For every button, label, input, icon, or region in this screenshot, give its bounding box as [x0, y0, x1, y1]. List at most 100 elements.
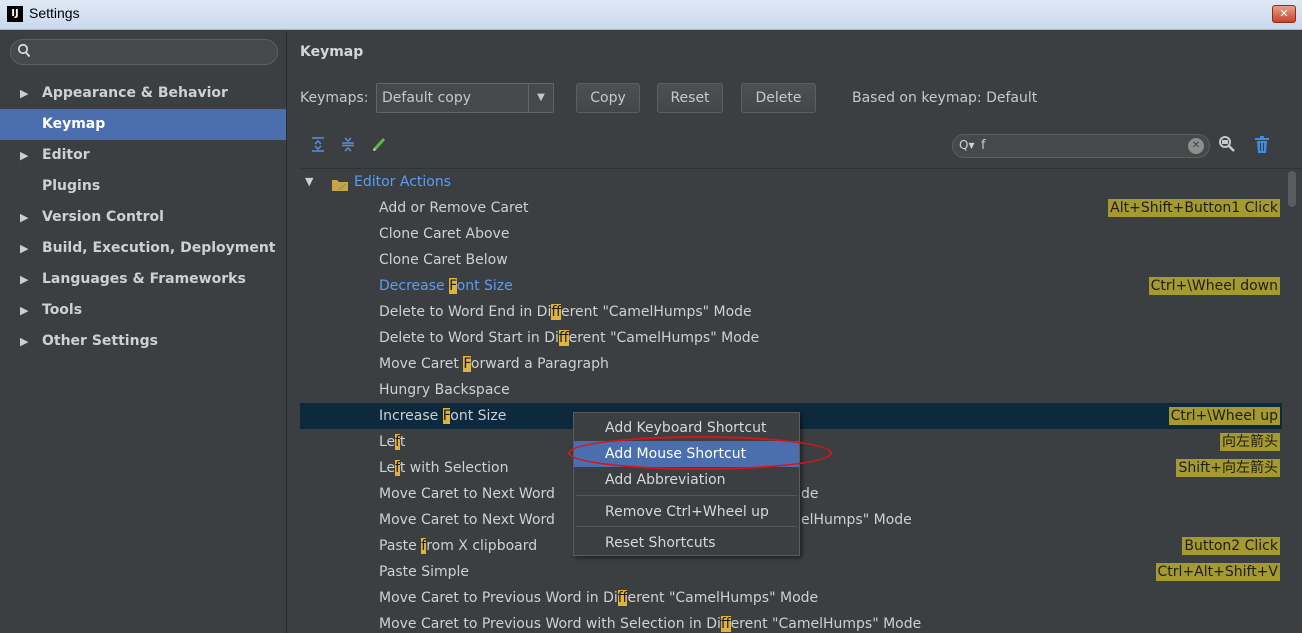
tree-action-row[interactable]: Decrease Font Size Ctrl+\Wheel down — [300, 273, 1282, 299]
sidebar-item-label: Other Settings — [42, 333, 158, 349]
action-label: Move Caret to Next Word — [379, 481, 555, 507]
expand-arrow-icon[interactable]: ▶ — [20, 140, 28, 171]
action-label-text: ont Size — [456, 278, 513, 294]
tree-action-row[interactable]: Move Caret to Previous Word in Different… — [300, 585, 1282, 611]
action-label-text: Move Caret to Previous Word in Di — [379, 590, 618, 606]
expand-arrow-icon[interactable]: ▶ — [20, 264, 28, 295]
search-options-icon[interactable]: Q▾ — [959, 138, 974, 152]
action-label: Paste Simple — [379, 559, 469, 585]
expand-all-icon[interactable] — [308, 136, 328, 156]
context-menu-item-add-abbreviation[interactable]: Add Abbreviation — [574, 467, 799, 493]
shortcut-badge: Ctrl+Alt+Shift+V — [1155, 563, 1280, 581]
sidebar-item-label: Version Control — [42, 209, 164, 225]
sidebar-item-label: Languages & Frameworks — [42, 271, 246, 287]
title-bar: IJ Settings ✕ — [0, 0, 1302, 30]
action-label-text: Hungry Backspace — [379, 382, 510, 398]
action-label: Delete to Word End in Different "CamelHu… — [379, 299, 752, 325]
tree-action-row[interactable]: Add or Remove Caret Alt+Shift+Button1 Cli… — [300, 195, 1282, 221]
tree-action-row[interactable]: Paste Simple Ctrl+Alt+Shift+V — [300, 559, 1282, 585]
action-label-text: Le — [379, 460, 396, 476]
tree-action-row[interactable]: Delete to Word End in Different "CamelHu… — [300, 299, 1282, 325]
action-label-tail: elHumps" Mode — [801, 512, 912, 528]
sidebar-item-tools[interactable]: ▶ Tools — [0, 295, 286, 326]
tree-action-row[interactable]: Hungry Backspace — [300, 377, 1282, 403]
action-label: Increase Font Size — [379, 403, 506, 429]
expand-arrow-icon[interactable]: ▶ — [20, 295, 28, 326]
delete-button[interactable]: Delete — [741, 83, 816, 113]
reset-button[interactable]: Reset — [657, 83, 723, 113]
sidebar-item-build-execution-deployment[interactable]: ▶ Build, Execution, Deployment — [0, 233, 286, 264]
action-label-text: Paste — [379, 538, 422, 554]
sidebar-item-label: Plugins — [42, 178, 101, 194]
context-menu-item-remove-ctrl-wheel-up[interactable]: Remove Ctrl+Wheel up — [574, 499, 799, 525]
tree-toolbar — [308, 136, 395, 156]
tree-action-row[interactable]: Clone Caret Above — [300, 221, 1282, 247]
sidebar-item-languages-frameworks[interactable]: ▶ Languages & Frameworks — [0, 264, 286, 295]
sidebar-item-version-control[interactable]: ▶ Version Control — [0, 202, 286, 233]
chevron-down-icon[interactable]: ▼ — [528, 84, 553, 112]
action-label: Left — [379, 429, 405, 455]
close-button[interactable]: ✕ — [1272, 5, 1296, 23]
tree-action-row[interactable]: Move Caret to Previous Word with Selecti… — [300, 611, 1282, 633]
menu-separator — [576, 495, 797, 496]
shortcut-badge: Button2 Click — [1182, 537, 1280, 555]
sidebar-item-editor[interactable]: ▶ Editor — [0, 140, 286, 171]
tree-action-row[interactable]: Delete to Word Start in Different "Camel… — [300, 325, 1282, 351]
app-logo-icon: IJ — [7, 6, 23, 22]
action-label: Clone Caret Above — [379, 221, 509, 247]
action-label-text: Move Caret to Next Word — [379, 512, 555, 528]
action-label: Move Caret to Previous Word with Selecti… — [379, 611, 921, 633]
action-label-text: Le — [379, 434, 396, 450]
collapse-all-icon[interactable] — [338, 136, 358, 156]
action-label: Delete to Word Start in Different "Camel… — [379, 325, 759, 351]
settings-search-input[interactable] — [10, 39, 278, 65]
context-menu: Add Keyboard Shortcut Add Mouse Shortcut A… — [573, 412, 800, 556]
sidebar-item-plugins[interactable]: Plugins — [0, 171, 286, 202]
based-on-keymap-text: Based on keymap: Default — [852, 90, 1038, 106]
action-label-text: Move Caret — [379, 356, 464, 372]
action-label-text: t — [399, 434, 406, 450]
action-label-text: t with Selection — [399, 460, 509, 476]
trash-icon[interactable] — [1254, 136, 1270, 158]
sidebar-item-keymap[interactable]: Keymap — [0, 109, 286, 140]
action-label-text: Add or Remove Caret — [379, 200, 529, 216]
action-label: Decrease Font Size — [379, 273, 513, 299]
action-label-text: Clone Caret Below — [379, 252, 508, 268]
search-match-highlight: ff — [558, 330, 569, 346]
expand-arrow-icon[interactable]: ▶ — [20, 202, 28, 233]
keymap-select[interactable]: Default copy ▼ — [376, 83, 554, 113]
find-by-shortcut-icon[interactable] — [1218, 135, 1236, 157]
context-menu-item-reset-shortcuts[interactable]: Reset Shortcuts — [574, 530, 799, 556]
search-match-highlight: ff — [720, 616, 731, 632]
action-filter-input[interactable]: Q▾ f ✕ — [952, 134, 1210, 158]
action-label: Add or Remove Caret — [379, 195, 529, 221]
search-icon — [17, 43, 31, 63]
sidebar-item-label: Appearance & Behavior — [42, 85, 228, 101]
expand-arrow-icon[interactable]: ▶ — [20, 233, 28, 264]
shortcut-badge: Ctrl+\Wheel down — [1148, 277, 1280, 295]
tree-action-row[interactable]: Clone Caret Below — [300, 247, 1282, 273]
expand-arrow-icon[interactable]: ▼ — [305, 169, 313, 195]
scrollbar-thumb[interactable] — [1288, 171, 1296, 207]
copy-button[interactable]: Copy — [576, 83, 640, 113]
shortcut-badge: Ctrl+\Wheel up — [1168, 407, 1280, 425]
keymap-select-value: Default copy — [382, 90, 472, 106]
sidebar-nav: ▶ Appearance & Behavior Keymap ▶ Editor Plugi… — [0, 78, 286, 357]
expand-arrow-icon[interactable]: ▶ — [20, 326, 28, 357]
edit-pencil-icon[interactable] — [369, 136, 389, 156]
tree-root-editor-actions[interactable]: ▼ Editor Actions — [300, 169, 1282, 195]
shortcut-badge: Shift+向左箭头 — [1176, 459, 1280, 477]
expand-arrow-icon[interactable]: ▶ — [20, 78, 28, 109]
keymap-actions-tree: ▼ Editor Actions Add or Remove Caret Alt+… — [300, 168, 1302, 633]
action-label-text: erent "CamelHumps" Mode — [730, 616, 922, 632]
sidebar-item-other-settings[interactable]: ▶ Other Settings — [0, 326, 286, 357]
page-title: Keymap — [300, 44, 364, 60]
tree-action-row[interactable]: Move Caret Forward a Paragraph — [300, 351, 1282, 377]
sidebar-item-appearance-behavior[interactable]: ▶ Appearance & Behavior — [0, 78, 286, 109]
tree-scrollbar[interactable] — [1286, 169, 1298, 633]
clear-icon[interactable]: ✕ — [1188, 138, 1204, 154]
action-label-text: orward a Paragraph — [470, 356, 609, 372]
action-label-text: Increase — [379, 408, 443, 424]
sidebar-item-label: Build, Execution, Deployment — [42, 240, 276, 256]
action-label: Hungry Backspace — [379, 377, 510, 403]
